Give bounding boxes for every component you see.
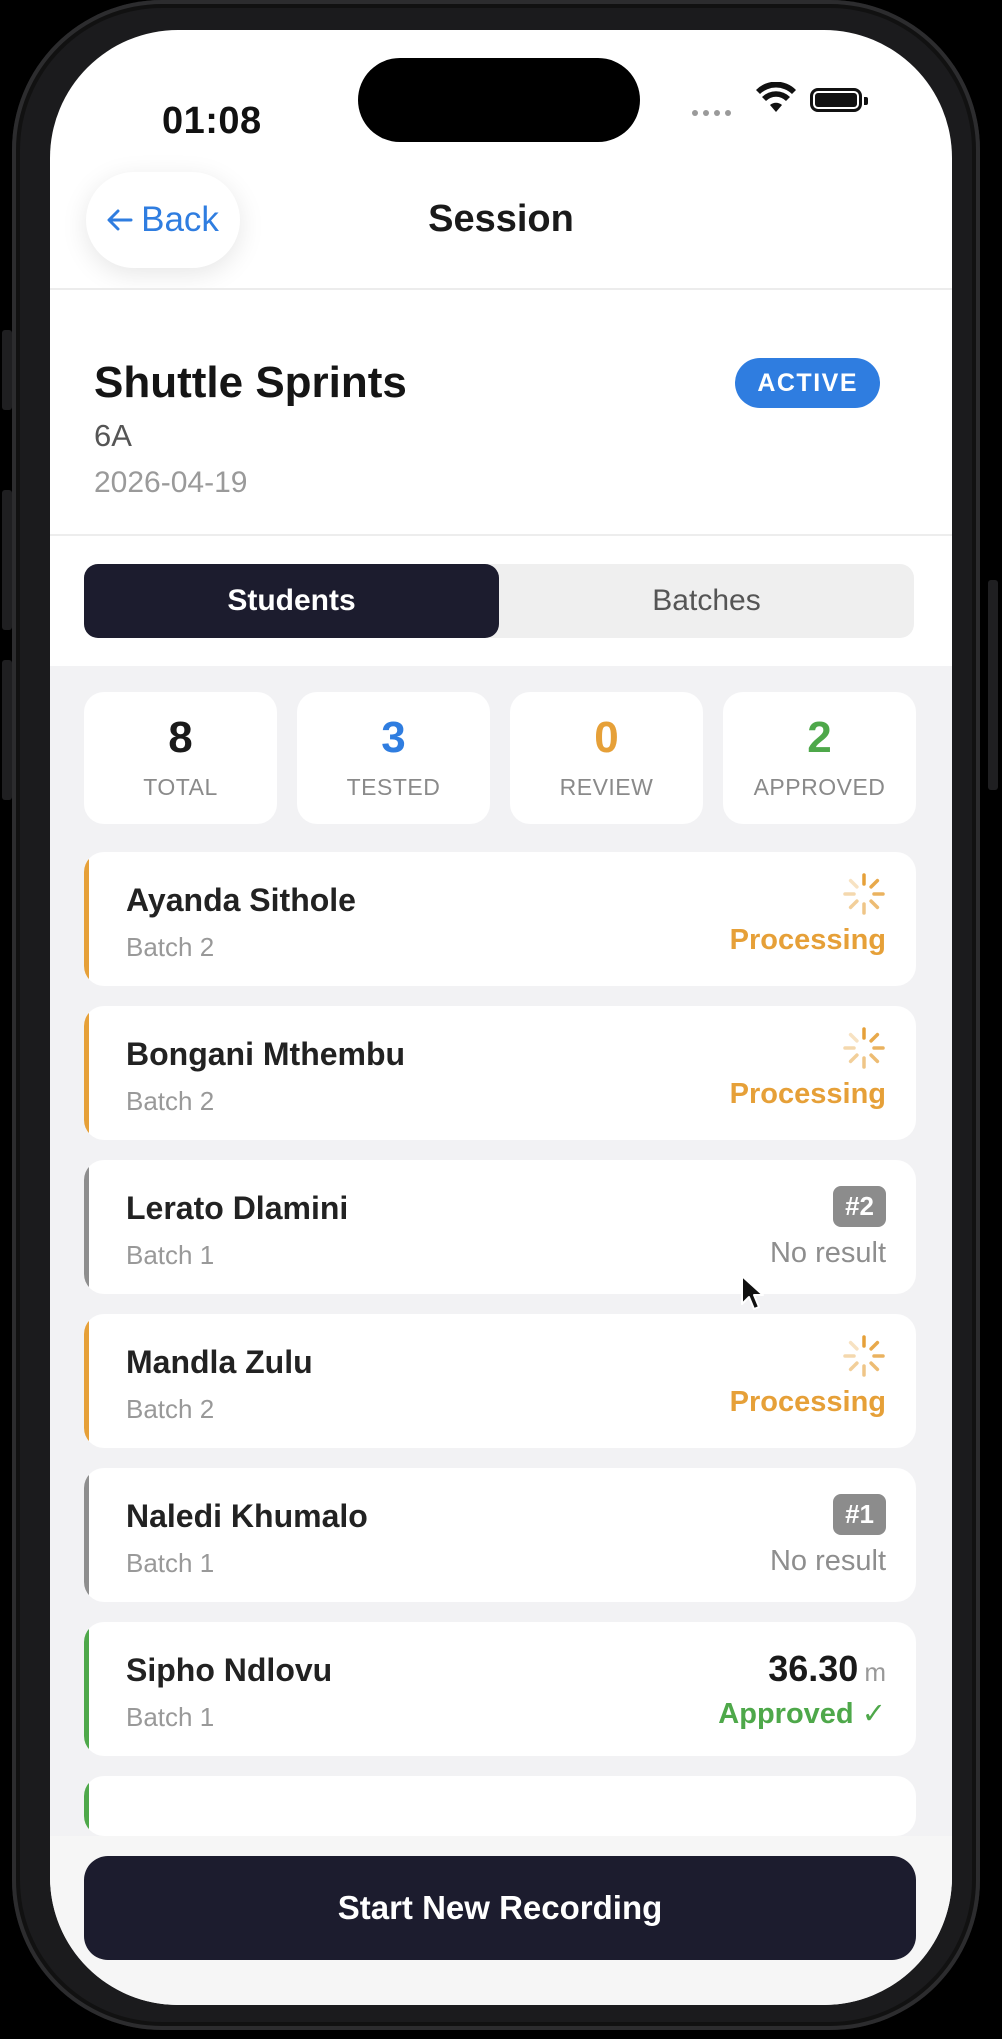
student-row[interactable]: Mandla Zulu Batch 2 Processing [84, 1314, 916, 1448]
battery-icon [810, 88, 868, 112]
session-name: Shuttle Sprints [94, 358, 407, 407]
student-name: Mandla Zulu [126, 1344, 313, 1380]
session-date: 2026-04-19 [94, 466, 248, 499]
stat-approved: 2 APPROVED [723, 692, 916, 824]
student-status: No result [769, 1545, 886, 1577]
stat-tested-label: TESTED [346, 773, 441, 800]
header-divider [50, 534, 952, 536]
student-status: Processing [729, 924, 886, 956]
session-class: 6A [94, 418, 132, 453]
status-accent-bar [84, 1776, 89, 1836]
student-row[interactable]: Bongani Mthembu Batch 2 Processing [84, 1006, 916, 1140]
student-status: Processing [729, 1078, 886, 1110]
student-name: Sipho Ndlovu [126, 1652, 333, 1688]
student-content[interactable]: 8 TOTAL 3 TESTED 0 REVIEW 2 APPROVED Aya… [50, 666, 952, 1836]
stat-review-value: 0 [594, 712, 619, 762]
student-row[interactable]: Ayanda Sithole Batch 2 Processing [84, 852, 916, 986]
student-status: Approved ✓ [718, 1698, 886, 1730]
student-name: Lerato Dlamini [126, 1190, 349, 1226]
spinner-icon [843, 1027, 885, 1069]
student-batch: Batch 2 [126, 1086, 215, 1116]
student-result: 36.30 m [768, 1648, 886, 1690]
tab-switcher: Students Batches [84, 564, 914, 638]
stat-approved-label: APPROVED [753, 773, 886, 800]
student-batch: Batch 2 [126, 1394, 215, 1424]
stat-review: 0 REVIEW [510, 692, 703, 824]
status-time: 01:08 [162, 100, 262, 142]
tab-batches[interactable]: Batches [499, 564, 914, 638]
stat-tested-value: 3 [381, 712, 406, 762]
student-status: Processing [729, 1386, 886, 1418]
attempt-badge: #2 [833, 1186, 886, 1227]
result-value: 36.30 [768, 1648, 859, 1689]
student-batch: Batch 1 [126, 1240, 215, 1270]
student-name: Bongani Mthembu [126, 1036, 406, 1072]
volume-down-button [2, 660, 12, 800]
student-name: Ayanda Sithole [126, 882, 356, 918]
status-accent-bar [84, 852, 89, 986]
status-accent-bar [84, 1314, 89, 1448]
tab-students[interactable]: Students [84, 564, 499, 638]
student-batch: Batch 1 [126, 1702, 215, 1732]
bottom-bar: Start New Recording [50, 1836, 952, 2005]
wifi-icon [756, 82, 796, 112]
student-row-partial[interactable] [84, 1776, 916, 1836]
stat-total-value: 8 [168, 712, 193, 762]
stat-review-label: REVIEW [559, 773, 654, 800]
status-accent-bar [84, 1006, 89, 1140]
page-title: Session [428, 198, 574, 240]
stat-tested: 3 TESTED [297, 692, 490, 824]
stat-total: 8 TOTAL [84, 692, 277, 824]
student-batch: Batch 2 [126, 932, 215, 962]
power-button [988, 580, 998, 790]
mouse-cursor-icon [741, 1275, 764, 1310]
student-name: Naledi Khumalo [126, 1498, 368, 1534]
status-accent-bar [84, 1160, 89, 1294]
dynamic-island [358, 58, 640, 142]
spinner-icon [843, 873, 885, 915]
stat-total-label: TOTAL [143, 773, 218, 800]
mute-switch [2, 330, 12, 410]
screen: 01:08 Back Session Shuttle Sprints 6A 20… [50, 30, 952, 2005]
student-batch: Batch 1 [126, 1548, 215, 1578]
status-accent-bar [84, 1468, 89, 1602]
student-row[interactable]: Sipho Ndlovu Batch 1 36.30 m Approved ✓ [84, 1622, 916, 1756]
student-row[interactable]: Lerato Dlamini Batch 1 #2 No result [84, 1160, 916, 1294]
start-new-recording-button[interactable]: Start New Recording [84, 1856, 916, 1960]
cellular-signal-icon [692, 110, 731, 116]
status-badge: ACTIVE [735, 358, 880, 408]
stat-approved-value: 2 [807, 712, 832, 762]
student-status: No result [769, 1237, 886, 1269]
status-accent-bar [84, 1622, 89, 1756]
student-list: Ayanda Sithole Batch 2 Processing Bongan… [84, 852, 916, 1836]
stats-row: 8 TOTAL 3 TESTED 0 REVIEW 2 APPROVED [84, 692, 916, 824]
result-unit: m [864, 1657, 886, 1687]
spinner-icon [843, 1335, 885, 1377]
session-header: Shuttle Sprints 6A 2026-04-19 ACTIVE [50, 290, 952, 534]
attempt-badge: #1 [833, 1494, 886, 1535]
volume-up-button [2, 490, 12, 630]
student-row[interactable]: Naledi Khumalo Batch 1 #1 No result [84, 1468, 916, 1602]
